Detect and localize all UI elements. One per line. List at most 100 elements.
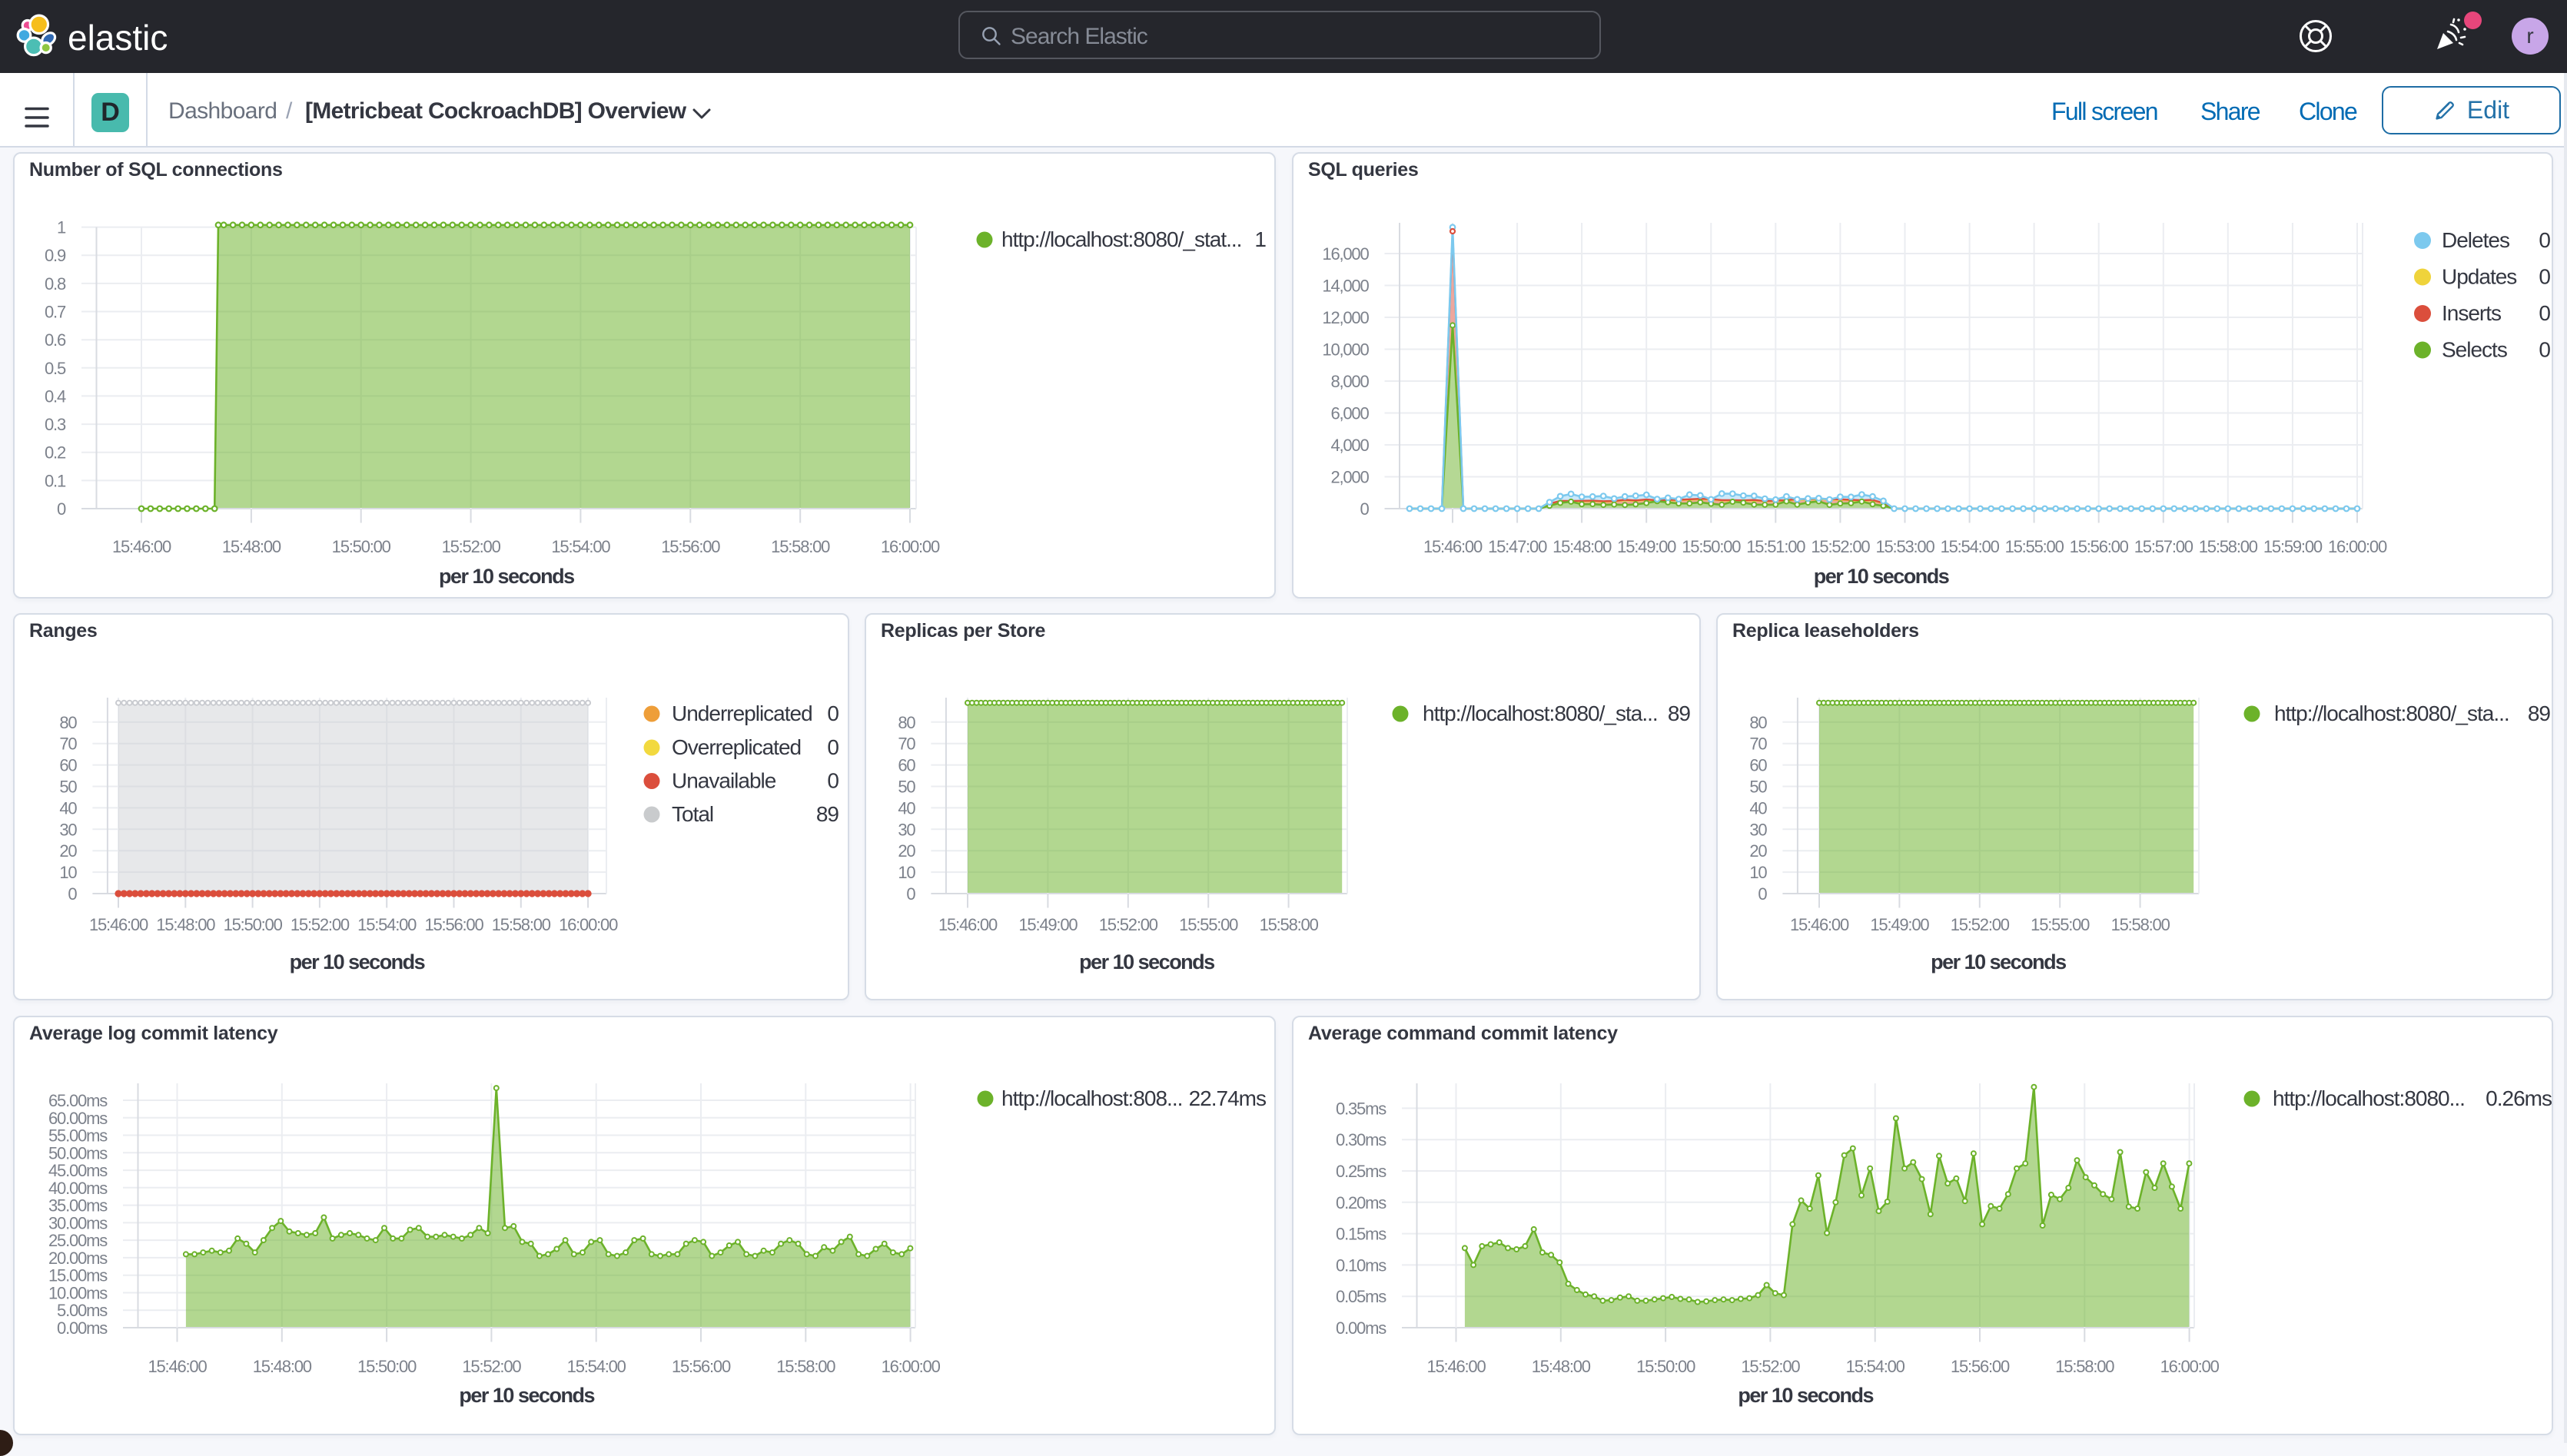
svg-text:0: 0 bbox=[827, 701, 839, 725]
svg-text:6,000: 6,000 bbox=[1330, 404, 1369, 423]
svg-text:http://localhost:8080/_sta...: http://localhost:8080/_sta... bbox=[1423, 701, 1658, 725]
svg-text:15:52:00: 15:52:00 bbox=[291, 915, 350, 934]
svg-text:15:52:00: 15:52:00 bbox=[1811, 537, 1870, 556]
svg-text:70: 70 bbox=[59, 735, 77, 754]
svg-text:0: 0 bbox=[2539, 265, 2550, 289]
svg-text:15:56:00: 15:56:00 bbox=[661, 537, 720, 556]
svg-text:Overreplicated: Overreplicated bbox=[672, 735, 801, 759]
svg-text:10: 10 bbox=[59, 863, 77, 882]
svg-text:15:58:00: 15:58:00 bbox=[1260, 915, 1319, 934]
svg-text:89: 89 bbox=[2528, 701, 2551, 725]
svg-text:15:46:00: 15:46:00 bbox=[1790, 915, 1849, 934]
svg-text:16:00:00: 16:00:00 bbox=[881, 537, 940, 556]
svg-text:0.20ms: 0.20ms bbox=[1336, 1193, 1386, 1212]
svg-text:8,000: 8,000 bbox=[1330, 372, 1369, 391]
svg-text:15:50:00: 15:50:00 bbox=[1682, 537, 1741, 556]
svg-text:65.00ms: 65.00ms bbox=[48, 1091, 108, 1110]
svg-text:0.7: 0.7 bbox=[45, 303, 66, 322]
svg-text:0.00ms: 0.00ms bbox=[1336, 1318, 1386, 1338]
svg-text:15:46:00: 15:46:00 bbox=[148, 1357, 207, 1376]
svg-text:55.00ms: 55.00ms bbox=[48, 1126, 108, 1146]
svg-text:Deletes: Deletes bbox=[2442, 228, 2509, 252]
svg-text:40: 40 bbox=[898, 798, 915, 818]
svg-text:60: 60 bbox=[1749, 756, 1767, 775]
svg-text:0.8: 0.8 bbox=[45, 274, 66, 294]
svg-text:15:48:00: 15:48:00 bbox=[1552, 537, 1612, 556]
svg-text:15:54:00: 15:54:00 bbox=[357, 915, 417, 934]
svg-text:15:58:00: 15:58:00 bbox=[492, 915, 551, 934]
svg-text:Unavailable: Unavailable bbox=[672, 769, 776, 793]
svg-text:10.00ms: 10.00ms bbox=[48, 1284, 108, 1303]
svg-text:15:46:00: 15:46:00 bbox=[938, 915, 998, 934]
svg-text:per 10 seconds: per 10 seconds bbox=[1814, 565, 1949, 588]
svg-text:0.25ms: 0.25ms bbox=[1336, 1162, 1386, 1181]
svg-text:15:58:00: 15:58:00 bbox=[2199, 537, 2258, 556]
svg-text:10,000: 10,000 bbox=[1322, 340, 1369, 360]
svg-text:per 10 seconds: per 10 seconds bbox=[290, 950, 425, 973]
svg-text:15:49:00: 15:49:00 bbox=[1617, 537, 1676, 556]
svg-text:20: 20 bbox=[59, 841, 77, 861]
svg-text:Inserts: Inserts bbox=[2442, 301, 2501, 325]
svg-text:15:46:00: 15:46:00 bbox=[1423, 537, 1483, 556]
svg-text:0.00ms: 0.00ms bbox=[57, 1318, 108, 1338]
svg-text:per 10 seconds: per 10 seconds bbox=[439, 565, 574, 588]
svg-text:89: 89 bbox=[1668, 701, 1691, 725]
svg-text:15:50:00: 15:50:00 bbox=[357, 1357, 417, 1376]
svg-text:http://localhost:8080/_stat...: http://localhost:8080/_stat... bbox=[1001, 227, 1241, 251]
svg-text:15:52:00: 15:52:00 bbox=[442, 537, 501, 556]
svg-text:20: 20 bbox=[898, 841, 915, 861]
svg-text:15:50:00: 15:50:00 bbox=[1636, 1357, 1695, 1376]
svg-text:Underreplicated: Underreplicated bbox=[672, 701, 812, 725]
svg-text:60: 60 bbox=[59, 756, 77, 775]
svg-text:15:48:00: 15:48:00 bbox=[156, 915, 215, 934]
svg-text:15:57:00: 15:57:00 bbox=[2134, 537, 2193, 556]
svg-text:15:50:00: 15:50:00 bbox=[332, 537, 391, 556]
svg-text:0: 0 bbox=[2539, 228, 2550, 252]
svg-text:0: 0 bbox=[57, 499, 66, 519]
svg-text:15:47:00: 15:47:00 bbox=[1488, 537, 1547, 556]
svg-text:0.10ms: 0.10ms bbox=[1336, 1255, 1386, 1275]
svg-text:2,000: 2,000 bbox=[1330, 468, 1369, 487]
svg-text:15:52:00: 15:52:00 bbox=[462, 1357, 521, 1376]
svg-text:per 10 seconds: per 10 seconds bbox=[459, 1384, 594, 1407]
svg-text:0.05ms: 0.05ms bbox=[1336, 1287, 1386, 1306]
svg-text:http://localhost:8080/_sta...: http://localhost:8080/_sta... bbox=[2274, 701, 2509, 725]
svg-text:http://localhost:808...: http://localhost:808... bbox=[1001, 1086, 1182, 1110]
svg-text:0: 0 bbox=[2539, 338, 2550, 362]
svg-text:per 10 seconds: per 10 seconds bbox=[1931, 950, 2066, 973]
svg-text:60.00ms: 60.00ms bbox=[48, 1109, 108, 1128]
svg-text:15.00ms: 15.00ms bbox=[48, 1266, 108, 1285]
svg-text:5.00ms: 5.00ms bbox=[57, 1301, 108, 1320]
svg-text:30.00ms: 30.00ms bbox=[48, 1213, 108, 1232]
svg-text:22.74ms: 22.74ms bbox=[1189, 1086, 1266, 1110]
svg-text:0.1: 0.1 bbox=[45, 471, 66, 490]
svg-text:15:52:00: 15:52:00 bbox=[1741, 1357, 1800, 1376]
svg-text:15:59:00: 15:59:00 bbox=[2263, 537, 2323, 556]
svg-text:20: 20 bbox=[1749, 841, 1767, 861]
svg-text:35.00ms: 35.00ms bbox=[48, 1196, 108, 1216]
svg-text:4,000: 4,000 bbox=[1330, 436, 1369, 455]
svg-text:0: 0 bbox=[1758, 884, 1767, 904]
svg-text:15:58:00: 15:58:00 bbox=[771, 537, 830, 556]
svg-text:15:48:00: 15:48:00 bbox=[253, 1357, 312, 1376]
svg-text:0.30ms: 0.30ms bbox=[1336, 1130, 1386, 1149]
svg-text:1: 1 bbox=[57, 218, 66, 237]
svg-text:16:00:00: 16:00:00 bbox=[882, 1357, 941, 1376]
svg-text:0.6: 0.6 bbox=[45, 330, 66, 350]
svg-text:15:54:00: 15:54:00 bbox=[1846, 1357, 1905, 1376]
svg-text:30: 30 bbox=[898, 820, 915, 839]
svg-text:15:55:00: 15:55:00 bbox=[2031, 915, 2090, 934]
svg-text:30: 30 bbox=[59, 820, 77, 839]
svg-text:40.00ms: 40.00ms bbox=[48, 1179, 108, 1198]
svg-text:0.2: 0.2 bbox=[45, 443, 66, 463]
svg-text:15:56:00: 15:56:00 bbox=[1951, 1357, 2010, 1376]
svg-text:15:51:00: 15:51:00 bbox=[1746, 537, 1805, 556]
svg-text:per 10 seconds: per 10 seconds bbox=[1079, 950, 1214, 973]
svg-text:15:54:00: 15:54:00 bbox=[1941, 537, 2000, 556]
svg-text:50: 50 bbox=[898, 778, 915, 797]
svg-text:14,000: 14,000 bbox=[1322, 277, 1369, 296]
svg-text:15:58:00: 15:58:00 bbox=[776, 1357, 835, 1376]
svg-text:40: 40 bbox=[59, 798, 77, 818]
svg-text:15:58:00: 15:58:00 bbox=[2055, 1357, 2114, 1376]
svg-text:0: 0 bbox=[2539, 301, 2550, 325]
